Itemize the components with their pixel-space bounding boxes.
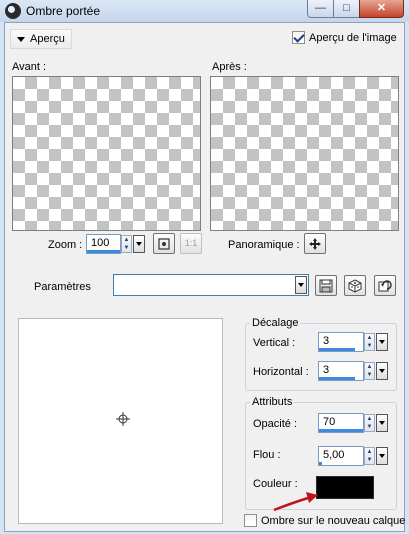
opacity-bar <box>319 429 363 432</box>
opacity-input[interactable]: 70 <box>318 413 364 433</box>
save-preset-button[interactable] <box>315 275 337 296</box>
reset-button[interactable] <box>374 275 396 296</box>
preview-toggle-button[interactable]: Aperçu <box>10 29 72 49</box>
after-label: Après : <box>212 61 247 73</box>
randomize-button[interactable] <box>344 275 366 296</box>
maximize-button[interactable]: □ <box>333 0 360 18</box>
minimize-button[interactable]: — <box>307 0 334 18</box>
triangle-down-icon <box>17 36 25 42</box>
opacity-value: 70 <box>323 416 336 428</box>
blur-dropdown[interactable] <box>376 447 388 465</box>
before-preview[interactable] <box>12 76 201 231</box>
move-icon <box>309 238 321 250</box>
attributes-group-title: Attributs <box>250 396 295 408</box>
new-layer-checkbox[interactable] <box>244 514 257 527</box>
params-dropdown-arrow[interactable] <box>295 276 307 294</box>
crosshair-icon[interactable] <box>116 412 130 426</box>
blur-input[interactable]: 5,00 <box>318 446 364 466</box>
blur-bar <box>319 462 322 465</box>
zoom-spinner[interactable]: ▲ ▼ <box>121 235 132 253</box>
blur-spinner[interactable]: ▲ ▼ <box>364 447 375 465</box>
offset-canvas[interactable] <box>18 318 223 524</box>
image-preview-option[interactable]: Aperçu de l'image <box>292 31 397 44</box>
red-arrow-icon <box>273 492 318 512</box>
new-layer-option[interactable]: Ombre sur le nouveau calque <box>244 514 405 527</box>
vertical-dropdown[interactable] <box>376 333 388 351</box>
params-select[interactable] <box>113 274 309 296</box>
window-title: Ombre portée <box>26 4 101 18</box>
horizontal-label: Horizontal : <box>253 366 309 378</box>
preview-toggle-label: Aperçu <box>30 33 65 45</box>
image-preview-label: Aperçu de l'image <box>309 31 397 44</box>
vertical-input[interactable]: 3 <box>318 332 364 352</box>
opacity-label: Opacité : <box>253 418 298 430</box>
vertical-label: Vertical : <box>253 337 296 349</box>
horizontal-spinner[interactable]: ▲ ▼ <box>364 362 375 380</box>
save-icon <box>319 279 333 293</box>
horizontal-value: 3 <box>323 364 330 376</box>
zoom-value: 100 <box>91 237 110 249</box>
one-to-one-button[interactable]: 1:1 <box>180 233 202 254</box>
pan-label: Panoramique : <box>228 239 300 251</box>
opacity-spinner[interactable]: ▲ ▼ <box>364 414 375 432</box>
after-preview[interactable] <box>210 76 399 231</box>
vertical-spinner[interactable]: ▲ ▼ <box>364 333 375 351</box>
horizontal-input[interactable]: 3 <box>318 361 364 381</box>
blur-value: 5,00 <box>323 449 345 461</box>
vertical-value: 3 <box>323 335 330 347</box>
before-label: Avant : <box>12 61 47 73</box>
fit-icon <box>158 238 170 250</box>
title-bar: Ombre portée — □ ✕ <box>0 0 409 22</box>
offset-group-title: Décalage <box>250 317 301 329</box>
zoom-input[interactable]: 100 <box>86 234 121 254</box>
fit-zoom-button[interactable] <box>153 233 175 254</box>
pan-button[interactable] <box>304 233 326 254</box>
dice-icon <box>348 279 362 293</box>
horizontal-dropdown[interactable] <box>376 362 388 380</box>
params-label: Paramètres <box>34 281 91 293</box>
opacity-dropdown[interactable] <box>376 414 388 432</box>
new-layer-label: Ombre sur le nouveau calque <box>261 514 406 527</box>
zoom-label: Zoom : <box>48 239 83 251</box>
horizontal-bar <box>319 377 356 380</box>
zoom-dropdown[interactable] <box>133 235 145 253</box>
image-preview-checkbox[interactable] <box>292 31 305 44</box>
app-icon <box>5 3 21 19</box>
close-button[interactable]: ✕ <box>359 0 404 18</box>
blur-label: Flou : <box>253 449 281 461</box>
reset-icon <box>378 280 392 292</box>
zoom-bar <box>87 250 120 253</box>
vertical-bar <box>319 348 356 351</box>
